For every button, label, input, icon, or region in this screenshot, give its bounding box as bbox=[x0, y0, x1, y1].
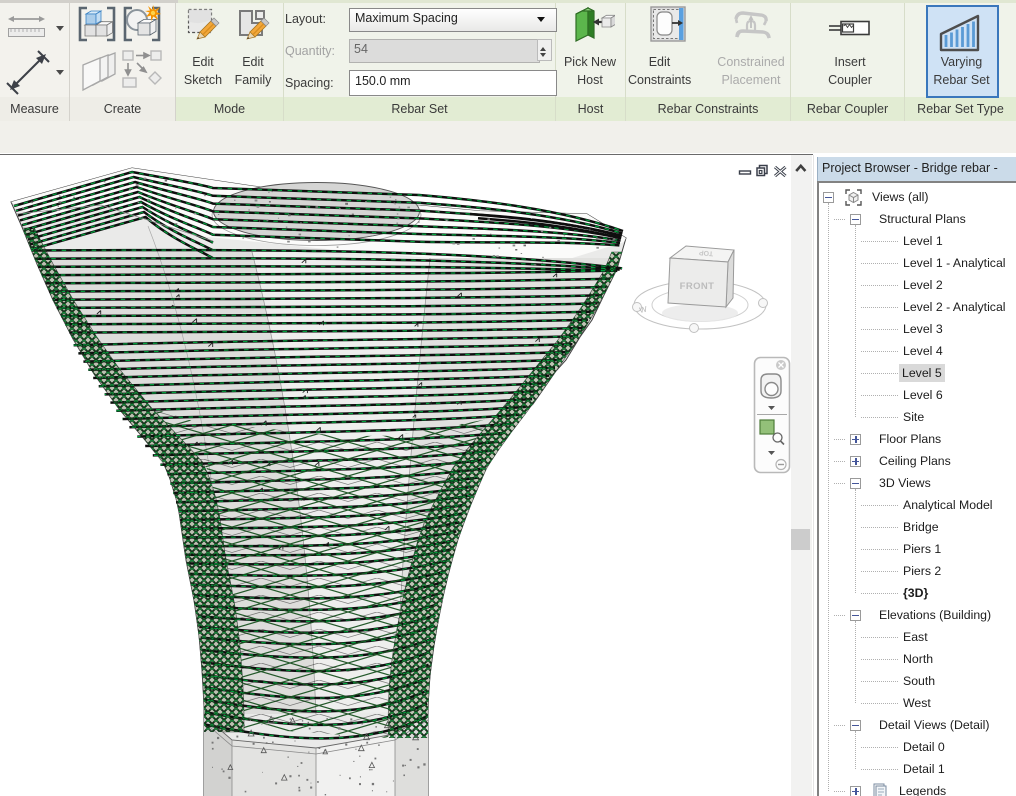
svg-text:TOP: TOP bbox=[698, 248, 713, 256]
svg-text:W: W bbox=[639, 304, 649, 314]
svg-text:FRONT: FRONT bbox=[680, 281, 715, 292]
